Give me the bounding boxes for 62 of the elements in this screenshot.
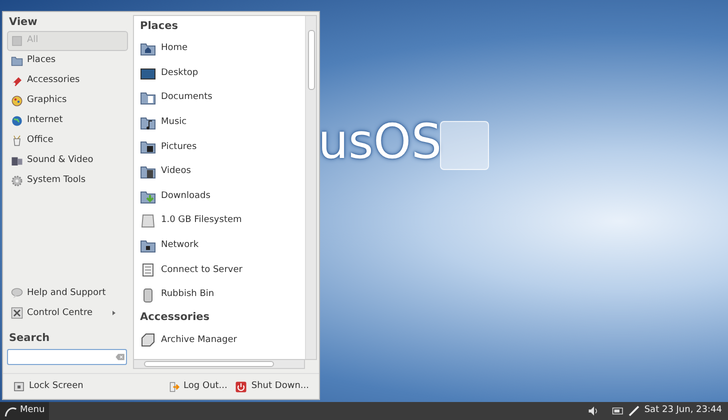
power-icon xyxy=(235,380,248,392)
action-button[interactable]: Shut Down... xyxy=(231,380,313,394)
section-heading: Places xyxy=(140,19,179,34)
desktop-icon xyxy=(140,66,156,82)
archive-icon xyxy=(140,332,156,348)
launcher-item[interactable]: Network xyxy=(140,234,299,258)
launcher-item[interactable]: Desktop xyxy=(140,61,299,86)
exit-icon xyxy=(168,380,180,392)
tool-icon xyxy=(11,74,23,87)
menu-button[interactable]: Menu xyxy=(0,402,49,420)
cup-icon xyxy=(11,134,23,147)
music-folder-icon xyxy=(140,114,156,131)
speech-bubble-icon xyxy=(11,287,23,300)
category-item[interactable]: Sound & Video xyxy=(7,150,128,171)
category-item[interactable]: Places xyxy=(7,50,128,71)
grid-icon xyxy=(11,34,23,47)
battery-icon xyxy=(612,405,624,417)
launcher-item[interactable]: Archive Manager xyxy=(140,328,299,353)
launcher-item[interactable]: Connect to Server xyxy=(140,258,299,283)
server-icon xyxy=(140,262,156,278)
launcher-item[interactable]: Downloads xyxy=(140,184,299,209)
category-item[interactable]: Graphics xyxy=(7,90,128,111)
clock[interactable]: Sat 23 Jun, 23:44 xyxy=(644,404,722,418)
home-folder-icon xyxy=(140,41,156,58)
logo-icon xyxy=(440,121,489,170)
swirl-icon xyxy=(4,404,17,418)
pictures-folder-icon xyxy=(140,139,156,156)
launcher-item[interactable]: 1.0 GB Filesystem xyxy=(140,208,299,234)
globe-icon xyxy=(11,114,23,127)
tools-icon xyxy=(11,307,23,320)
vertical-scrollbar[interactable] xyxy=(305,16,316,359)
drive-icon xyxy=(140,213,156,230)
lock-icon xyxy=(13,380,25,392)
film-folder-icon xyxy=(140,164,156,180)
launcher-item[interactable]: Pictures xyxy=(140,135,299,160)
speaker-icon xyxy=(11,154,23,167)
category-item[interactable]: System Tools xyxy=(7,170,128,191)
category-item[interactable]: Internet xyxy=(7,110,128,131)
wallpaper-logo-text: usOS xyxy=(318,118,442,166)
view-heading: View xyxy=(8,15,38,30)
action-button[interactable]: Lock Screen xyxy=(9,380,88,394)
menu-item[interactable]: Help and Support xyxy=(7,283,128,304)
horizontal-scrollbar[interactable] xyxy=(133,360,305,369)
launcher-item[interactable]: Videos xyxy=(140,160,299,184)
category-item[interactable]: Office xyxy=(7,130,128,151)
menu-item[interactable]: Control Centre xyxy=(7,303,128,324)
clear-icon xyxy=(114,352,126,362)
search-heading: Search xyxy=(8,331,51,346)
palette-icon xyxy=(11,94,23,107)
launcher-item[interactable]: Documents xyxy=(140,86,299,111)
gear-icon xyxy=(11,174,23,187)
action-button[interactable]: Log Out... xyxy=(164,380,232,394)
folder-icon xyxy=(140,90,156,106)
section-heading: Accessories xyxy=(140,310,211,326)
search-field[interactable] xyxy=(7,349,127,365)
folder-icon xyxy=(11,54,23,67)
category-item[interactable]: Accessories xyxy=(7,70,128,91)
network-folder-icon xyxy=(140,238,156,254)
launcher-item[interactable]: Music xyxy=(140,110,299,136)
launcher-item[interactable]: Rubbish Bin xyxy=(140,282,299,308)
launcher-item[interactable]: Home xyxy=(140,36,299,62)
download-folder-icon xyxy=(140,188,156,205)
